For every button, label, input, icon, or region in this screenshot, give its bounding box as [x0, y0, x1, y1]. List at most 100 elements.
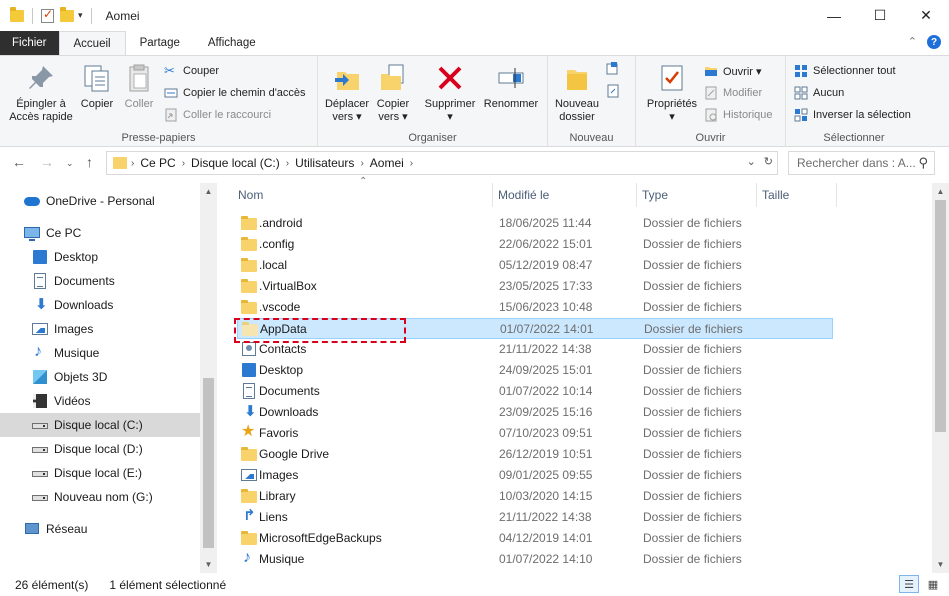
breadcrumb-chevron-icon[interactable]: ›: [131, 158, 134, 169]
history-button[interactable]: Historique: [704, 108, 773, 122]
copy-to-button[interactable]: Copier vers ▾: [372, 62, 414, 124]
address-history-chevron-icon[interactable]: ⌄: [747, 155, 756, 168]
table-row[interactable]: AppData 01/07/2022 14:01 Dossier de fichie…: [237, 318, 833, 339]
column-header-size[interactable]: Taille: [757, 183, 837, 207]
rename-button[interactable]: Renommer: [482, 62, 540, 111]
breadcrumb-chevron-icon[interactable]: ›: [410, 158, 413, 169]
breadcrumb-utilisateurs[interactable]: Utilisateurs: [295, 156, 354, 170]
table-row[interactable]: .vscode 15/06/2023 10:48 Dossier de fichie…: [237, 297, 833, 318]
nav-item-musique[interactable]: ♪ Musique: [0, 341, 200, 365]
scroll-thumb[interactable]: [203, 378, 214, 548]
refresh-icon[interactable]: ↻: [764, 155, 773, 168]
large-icons-view-icon[interactable]: ▦: [923, 575, 943, 593]
scroll-up-icon[interactable]: ▲: [932, 183, 949, 200]
table-row[interactable]: .local 05/12/2019 08:47 Dossier de fichier…: [237, 255, 833, 276]
breadcrumb-aomei[interactable]: Aomei: [370, 156, 404, 170]
select-group: Sélectionner tout Aucun Inverser la séle…: [786, 56, 922, 147]
properties-icon[interactable]: [41, 7, 54, 23]
cut-button[interactable]: ✂ Couper: [164, 64, 219, 78]
search-input[interactable]: Rechercher dans : A... ⚲: [788, 151, 935, 175]
table-row[interactable]: Contacts 21/11/2022 14:38 Dossier de fichi…: [237, 339, 833, 360]
nav-item-reseau[interactable]: Réseau: [0, 517, 200, 541]
paste-button[interactable]: Coller: [120, 62, 158, 111]
easy-access-button[interactable]: [606, 84, 620, 98]
column-header-modified[interactable]: Modifié le: [493, 183, 637, 207]
breadcrumb-chevron-icon[interactable]: ›: [360, 158, 363, 169]
table-row[interactable]: ⬇ Downloads 23/09/2025 15:16 Dossier de fic…: [237, 402, 833, 423]
up-arrow-icon[interactable]: ↑: [86, 154, 93, 170]
properties-button[interactable]: Propriétés ▾: [642, 62, 702, 124]
table-row[interactable]: ↱ Liens 21/11/2022 14:38 Dossier de fichier…: [237, 507, 833, 528]
address-bar[interactable]: › Ce PC › Disque local (C:) › Utilisateu…: [106, 151, 778, 175]
details-view-icon[interactable]: ☰: [899, 575, 919, 593]
copy-button[interactable]: Copier: [78, 62, 116, 111]
column-header-type[interactable]: Type: [637, 183, 757, 207]
table-row[interactable]: Google Drive 26/12/2019 10:51 Dossier de f…: [237, 444, 833, 465]
scroll-down-icon[interactable]: ▼: [932, 556, 949, 573]
nav-item-videos[interactable]: Vidéos: [0, 389, 200, 413]
images-icon: [32, 321, 48, 337]
nav-item-disque-e[interactable]: Disque local (E:): [0, 461, 200, 485]
table-row[interactable]: Library 10/03/2020 14:15 Dossier de fichie…: [237, 486, 833, 507]
table-row[interactable]: ♪ Musique 01/07/2022 14:10 Dossier de fichi…: [237, 549, 833, 570]
nav-item-objets-3d[interactable]: Objets 3D: [0, 365, 200, 389]
delete-dropdown: ▾: [447, 111, 453, 123]
breadcrumb-chevron-icon[interactable]: ›: [286, 158, 289, 169]
nav-item-images[interactable]: Images: [0, 317, 200, 341]
move-to-button[interactable]: Déplacer vers ▾: [324, 62, 370, 124]
search-icon[interactable]: ⚲: [918, 155, 928, 171]
invert-selection-button[interactable]: Inverser la sélection: [794, 108, 911, 122]
table-row[interactable]: .VirtualBox 23/05/2025 17:33 Dossier de fi…: [237, 276, 833, 297]
customize-toolbar-chevron-icon[interactable]: ▾: [78, 10, 83, 21]
open-button[interactable]: Ouvrir ▾: [704, 64, 762, 78]
help-icon[interactable]: ?: [927, 35, 941, 49]
close-button[interactable]: ✕: [903, 0, 949, 31]
copy-path-button[interactable]: Copier le chemin d'accès: [164, 86, 306, 100]
tab-fichier[interactable]: Fichier: [0, 31, 59, 55]
scroll-down-icon[interactable]: ▼: [200, 556, 217, 573]
column-header-name[interactable]: Nom: [233, 183, 493, 207]
nav-item-disque-c[interactable]: Disque local (C:): [0, 413, 200, 437]
scroll-up-icon[interactable]: ▲: [200, 183, 217, 200]
table-row[interactable]: MicrosoftEdgeBackups 04/12/2019 14:01 Doss…: [237, 528, 833, 549]
nav-item-desktop[interactable]: Desktop: [0, 245, 200, 269]
table-row[interactable]: .android 18/06/2025 11:44 Dossier de fichi…: [237, 213, 833, 234]
select-all-button[interactable]: Sélectionner tout: [794, 64, 896, 78]
nav-item-downloads[interactable]: ⬇ Downloads: [0, 293, 200, 317]
nav-item-ce-pc[interactable]: Ce PC: [0, 221, 200, 245]
new-folder-button[interactable]: Nouveau dossier: [552, 62, 602, 124]
back-arrow-icon[interactable]: ←: [12, 154, 26, 170]
forward-arrow-icon[interactable]: →: [40, 154, 54, 170]
nav-item-onedrive[interactable]: OneDrive - Personal: [0, 189, 200, 213]
scroll-thumb[interactable]: [935, 200, 946, 432]
minimize-button[interactable]: —: [811, 0, 857, 31]
pin-quick-access-button[interactable]: Épingler à Accès rapide: [6, 62, 76, 124]
nav-item-disque-d[interactable]: Disque local (D:): [0, 437, 200, 461]
table-row[interactable]: ★ Favoris 07/10/2023 09:51 Dossier de fichi…: [237, 423, 833, 444]
breadcrumb-ce-pc[interactable]: Ce PC: [140, 156, 175, 170]
nav-item-documents[interactable]: Documents: [0, 269, 200, 293]
breadcrumb-chevron-icon[interactable]: ›: [182, 158, 185, 169]
tab-affichage[interactable]: Affichage: [194, 31, 270, 55]
breadcrumb-disque-c[interactable]: Disque local (C:): [191, 156, 280, 170]
table-row[interactable]: .config 22/06/2022 15:01 Dossier de fichie…: [237, 234, 833, 255]
nav-scrollbar[interactable]: ▲ ▼: [200, 183, 217, 573]
nav-item-nouveau-nom-g[interactable]: Nouveau nom (G:): [0, 485, 200, 509]
edit-button[interactable]: Modifier: [704, 86, 762, 100]
paste-shortcut-button[interactable]: Coller le raccourci: [164, 108, 271, 122]
file-list-scrollbar[interactable]: ▲ ▼: [932, 183, 949, 573]
table-row[interactable]: Images 09/01/2025 09:55 Dossier de fichier…: [237, 465, 833, 486]
new-folder-icon[interactable]: [60, 6, 74, 22]
rename-icon: [495, 62, 527, 94]
tab-partage[interactable]: Partage: [126, 31, 194, 55]
select-none-button[interactable]: Aucun: [794, 86, 844, 100]
recent-locations-chevron-icon[interactable]: ⌄: [66, 158, 74, 169]
maximize-button[interactable]: ☐: [857, 0, 903, 31]
table-row[interactable]: Documents 01/07/2022 10:14 Dossier de fich…: [237, 381, 833, 402]
copy-label: Copier: [80, 98, 114, 110]
new-item-button[interactable]: [606, 62, 620, 76]
delete-button[interactable]: Supprimer ▾: [422, 62, 478, 124]
table-row[interactable]: Desktop 24/09/2025 15:01 Dossier de fichie…: [237, 360, 833, 381]
tab-accueil[interactable]: Accueil: [58, 31, 126, 55]
collapse-ribbon-chevron-icon[interactable]: ⌃: [908, 35, 917, 49]
